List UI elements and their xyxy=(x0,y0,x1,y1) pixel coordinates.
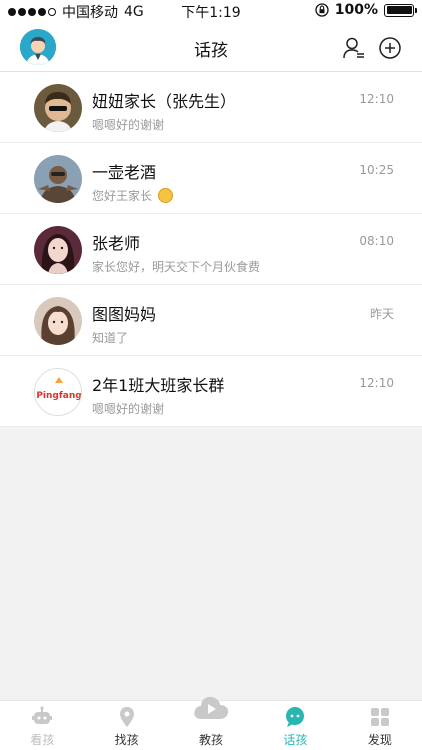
status-right: 100% xyxy=(315,2,417,18)
chat-preview: 嗯嗯好的谢谢 xyxy=(92,402,165,416)
tab-label: 找孩 xyxy=(114,733,139,747)
chat-preview: 家长您好，明天交下个月伙食费 xyxy=(92,260,261,274)
tab-label: 发现 xyxy=(367,733,392,747)
chat-name: 图图妈妈 xyxy=(92,305,157,324)
logo-text: Pingfang xyxy=(36,391,81,401)
battery-percent: 100% xyxy=(334,2,378,18)
chat-time: 昨天 xyxy=(369,307,394,321)
chat-item[interactable]: 妞妞家长（张先生） 嗯嗯好的谢谢 12:10 xyxy=(0,72,422,143)
chat-name: 一壶老酒 xyxy=(92,163,157,182)
chat-item[interactable]: Pingfang 2年1班大班家长群 嗯嗯好的谢谢 12:10 xyxy=(0,356,422,427)
chat-item[interactable]: 一壶老酒 您好王家长 10:25 xyxy=(0,143,422,214)
chat-name: 张老师 xyxy=(92,234,141,253)
add-icon[interactable] xyxy=(378,36,402,60)
chat-time: 12:10 xyxy=(359,376,394,390)
play-cloud-icon xyxy=(194,696,229,719)
tab-bar: 看孩 找孩 教孩 话孩 发现 xyxy=(0,696,422,750)
tab-kan[interactable]: 看孩 xyxy=(0,701,84,750)
chat-time: 10:25 xyxy=(359,163,394,177)
tab-label: 话孩 xyxy=(283,733,308,747)
avatar xyxy=(34,155,82,203)
chat-item[interactable]: 张老师 家长您好，明天交下个月伙食费 08:10 xyxy=(0,214,422,285)
chat-list: 妞妞家长（张先生） 嗯嗯好的谢谢 12:10 一壶老酒 您好王家长 10:25 xyxy=(0,72,422,427)
chat-icon xyxy=(286,707,305,727)
navbar: 话孩 xyxy=(0,22,422,72)
contacts-icon[interactable] xyxy=(342,36,366,60)
robot-icon xyxy=(32,706,53,724)
battery-icon xyxy=(384,3,417,17)
tab-zhao[interactable]: 找孩 xyxy=(84,701,168,750)
status-bar: 中国移动 4G 下午1:19 100% xyxy=(0,0,422,22)
chat-time: 08:10 xyxy=(359,234,394,248)
tab-jiao[interactable]: 教孩 xyxy=(169,696,253,750)
tab-label: 看孩 xyxy=(30,733,55,747)
chat-name: 妞妞家长（张先生） xyxy=(92,92,237,111)
group-logo: Pingfang xyxy=(34,368,82,416)
avatar xyxy=(34,84,82,132)
tab-hua[interactable]: 话孩 xyxy=(253,701,337,750)
tab-label: 教孩 xyxy=(199,733,224,747)
tab-faxian[interactable]: 发现 xyxy=(338,701,422,750)
emoji-icon xyxy=(157,188,173,203)
grid-icon xyxy=(370,708,389,726)
chat-preview: 知道了 xyxy=(92,331,129,345)
location-icon xyxy=(119,707,134,727)
rotation-lock-icon xyxy=(315,3,329,17)
chat-name: 2年1班大班家长群 xyxy=(92,376,225,395)
avatar xyxy=(34,297,82,345)
avatar xyxy=(34,226,82,274)
chat-preview: 您好王家长 xyxy=(92,187,173,204)
chat-time: 12:10 xyxy=(359,92,394,106)
chat-item[interactable]: 图图妈妈 知道了 昨天 xyxy=(0,285,422,356)
chat-preview: 嗯嗯好的谢谢 xyxy=(92,118,165,132)
